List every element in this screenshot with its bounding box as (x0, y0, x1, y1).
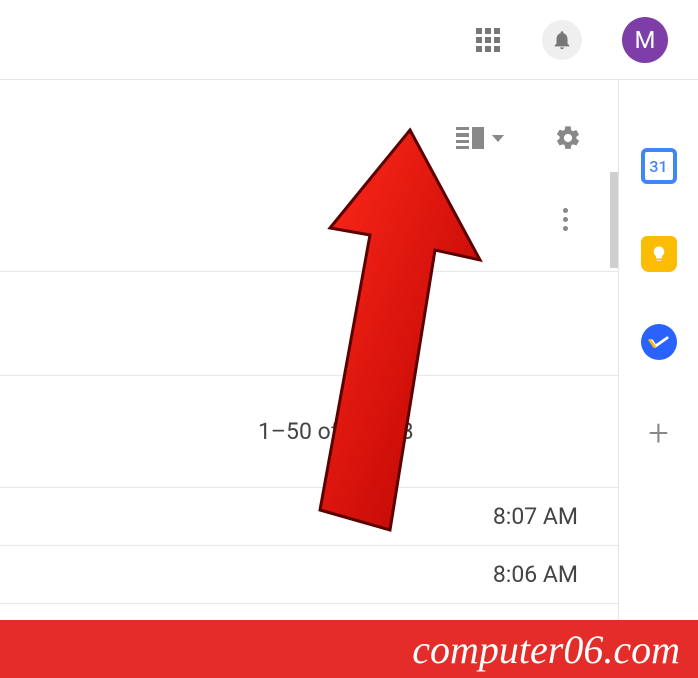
more-options-icon[interactable] (552, 207, 578, 233)
calendar-icon[interactable]: 31 (641, 148, 677, 184)
email-time: 8:06 AM (493, 561, 578, 588)
main-area: 1–50 of 82,598 8:07 AM 8:06 AM 31 + (0, 80, 698, 678)
account-avatar[interactable]: M (622, 17, 668, 63)
notifications-bell-icon[interactable] (542, 20, 582, 60)
caret-down-icon (492, 135, 504, 142)
avatar-initial: M (635, 26, 656, 54)
list-row (0, 168, 618, 272)
pagination-text: 1–50 of 82,598 (258, 418, 414, 445)
list-row (0, 272, 618, 376)
list-toolbar (0, 108, 618, 168)
tasks-icon[interactable] (641, 324, 677, 360)
settings-gear-icon[interactable] (554, 124, 582, 152)
split-pane-icon (456, 127, 484, 149)
global-header: M (0, 0, 698, 80)
keep-icon[interactable] (641, 236, 677, 272)
pagination-info: 1–50 of 82,598 (0, 376, 618, 488)
toggle-split-pane-button[interactable] (456, 127, 504, 149)
calendar-day-number: 31 (649, 157, 667, 176)
email-row[interactable]: 8:07 AM (0, 488, 618, 546)
watermark-banner: computer06.com (0, 620, 698, 678)
scrollbar-thumb[interactable] (610, 172, 618, 268)
email-row[interactable]: 8:06 AM (0, 546, 618, 604)
side-panel: 31 + (618, 80, 698, 678)
email-time: 8:07 AM (493, 503, 578, 530)
get-addons-plus-icon[interactable]: + (648, 412, 668, 454)
watermark-text: computer06.com (412, 626, 680, 673)
content-panel: 1–50 of 82,598 8:07 AM 8:06 AM (0, 80, 618, 678)
google-apps-icon[interactable] (474, 26, 502, 54)
